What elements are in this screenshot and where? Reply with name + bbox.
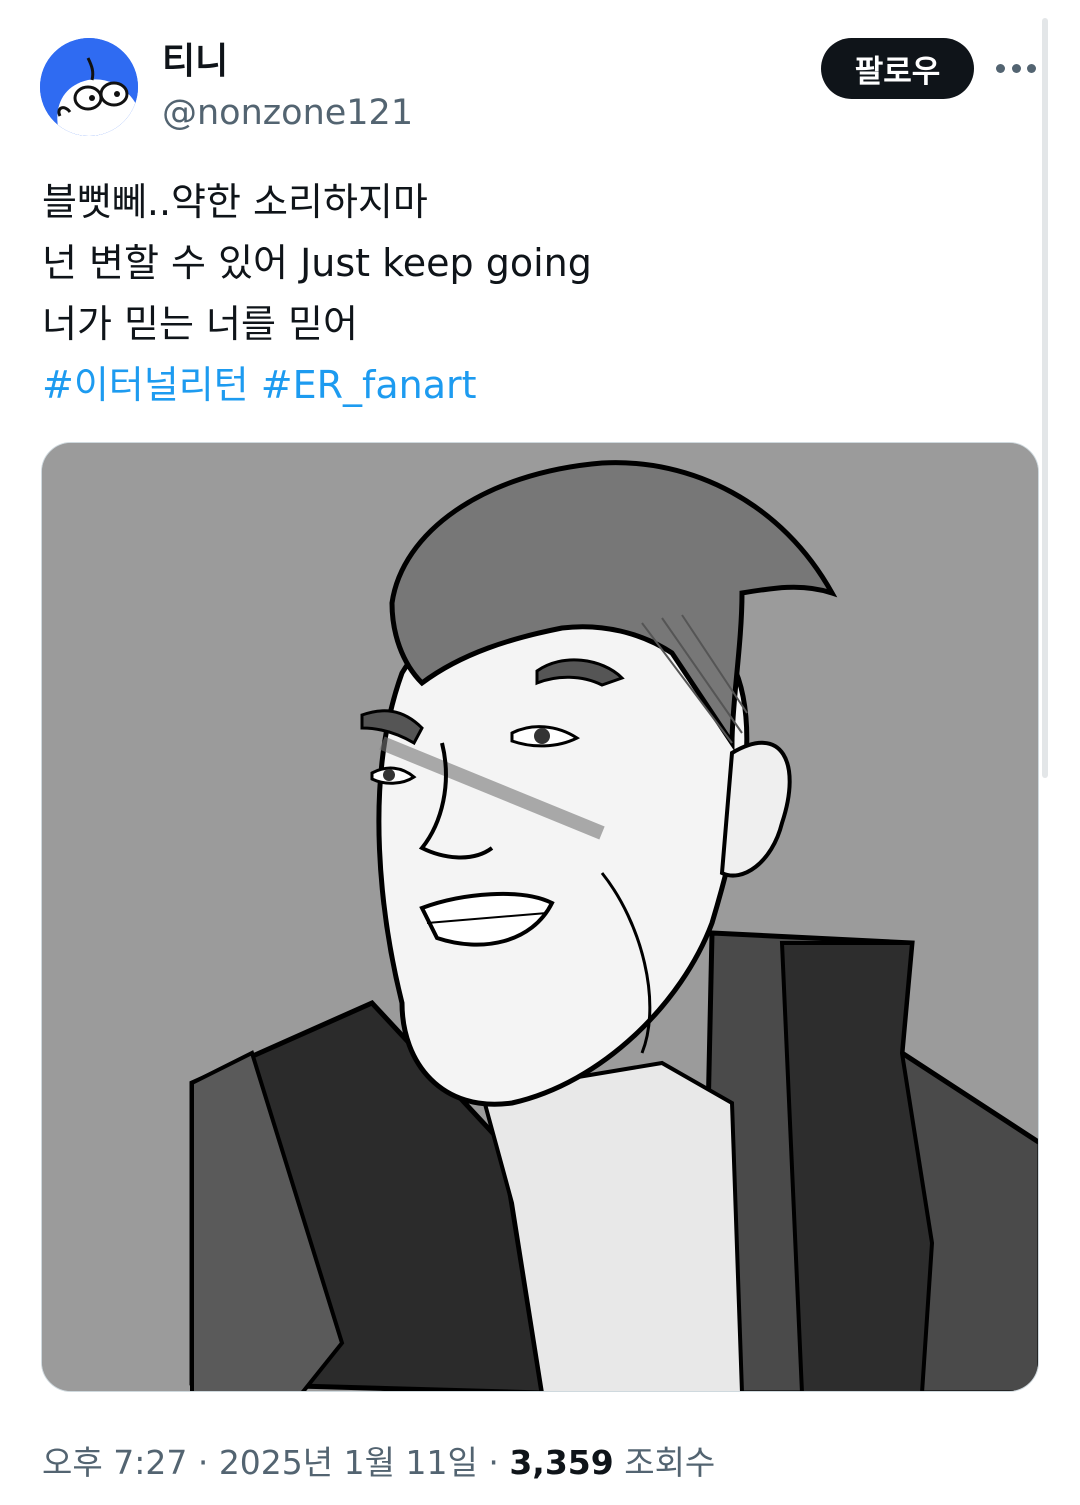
views-label: 조회수	[613, 1443, 716, 1482]
tweet-time[interactable]: 오후 7:27	[42, 1443, 187, 1482]
tweet-image[interactable]	[41, 442, 1039, 1392]
follow-button[interactable]: 팔로우	[821, 38, 974, 99]
separator: ·	[477, 1443, 510, 1482]
tweet-line: 넌 변할 수 있어 Just keep going	[42, 241, 592, 285]
more-horizontal-icon[interactable]	[996, 55, 1036, 81]
display-name[interactable]: 티니	[162, 38, 228, 86]
hashtag-link[interactable]: #이터널리턴	[42, 363, 249, 407]
tweet-text: 블뻣뻬..약한 소리하지마 넌 변할 수 있어 Just keep going …	[42, 172, 1022, 416]
tweet-line: 블뻣뻬..약한 소리하지마	[42, 180, 428, 224]
separator: ·	[187, 1443, 219, 1482]
avatar-image	[40, 38, 138, 136]
hashtag-link[interactable]: #ER_fanart	[261, 363, 477, 407]
tweet-date[interactable]: 2025년 1월 11일	[219, 1443, 478, 1482]
timestamp-line: 오후 7:27 · 2025년 1월 11일 · 3,359 조회수	[42, 1440, 715, 1486]
user-handle[interactable]: @nonzone121	[162, 90, 413, 136]
scrollbar[interactable]	[1042, 18, 1048, 778]
views-count: 3,359	[509, 1443, 614, 1482]
fanart-illustration	[42, 443, 1038, 1391]
tweet-line: 너가 믿는 너를 믿어	[42, 302, 358, 346]
hashtag-line: #이터널리턴 #ER_fanart	[42, 355, 1022, 416]
avatar[interactable]	[40, 38, 138, 136]
